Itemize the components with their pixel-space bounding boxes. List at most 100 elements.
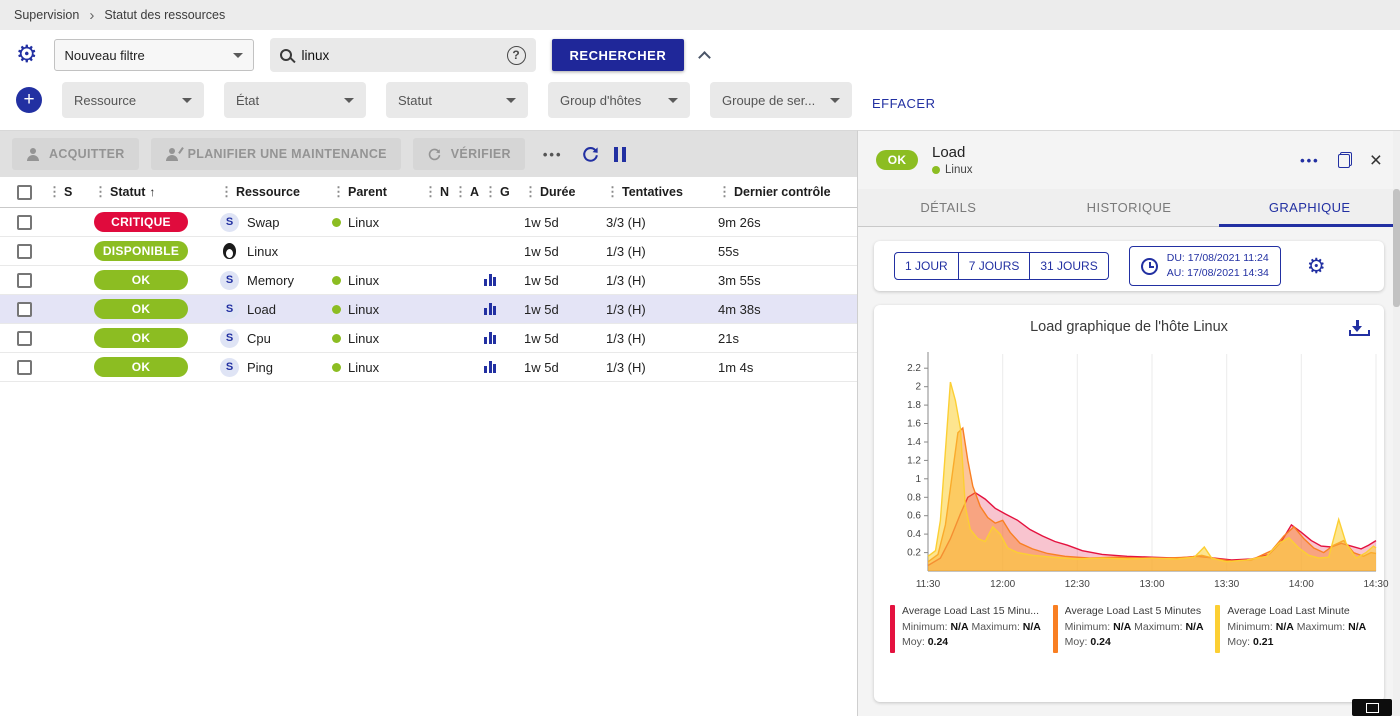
- resource-name[interactable]: Load: [247, 302, 276, 317]
- sort-up-icon[interactable]: ↑: [149, 185, 155, 199]
- more-actions-icon[interactable]: •••: [537, 147, 569, 162]
- date-range-picker[interactable]: DU: 17/08/2021 11:24 AU: 17/08/2021 14:3…: [1129, 246, 1281, 285]
- row-checkbox[interactable]: [17, 244, 32, 259]
- parent-name: Linux: [348, 273, 379, 288]
- close-icon[interactable]: ×: [1370, 150, 1382, 171]
- dropdown-resource[interactable]: Ressource: [62, 82, 204, 118]
- search-box[interactable]: ?: [270, 38, 536, 72]
- dropdown-label: Statut: [398, 93, 432, 108]
- host-status-dot: [332, 218, 341, 227]
- search-button[interactable]: RECHERCHER: [552, 39, 685, 71]
- host-status-dot: [332, 276, 341, 285]
- panel-status-badge: OK: [876, 150, 918, 170]
- legend-color-bar: [1215, 605, 1220, 653]
- select-all-checkbox[interactable]: [17, 185, 32, 200]
- check-button[interactable]: VÉRIFIER: [413, 138, 525, 170]
- pause-icon[interactable]: [614, 147, 626, 162]
- clear-filters-button[interactable]: EFFACER: [872, 96, 935, 111]
- column-menu-icon[interactable]: ⋮: [524, 184, 537, 200]
- column-menu-icon[interactable]: ⋮: [332, 184, 345, 200]
- graph-settings-gear-icon[interactable]: ⚙: [1307, 256, 1326, 277]
- column-menu-icon[interactable]: ⋮: [606, 184, 619, 200]
- table-row[interactable]: DISPONIBLE Linux 1w 5d 1/3 (H) 55s: [0, 237, 857, 266]
- duration-cell: 1w 5d: [520, 360, 602, 375]
- resource-name[interactable]: Swap: [247, 215, 280, 230]
- help-icon[interactable]: ?: [507, 46, 526, 65]
- dropdown-label: Ressource: [74, 93, 136, 108]
- row-checkbox[interactable]: [17, 331, 32, 346]
- load-area-chart: 11:3012:0012:3013:0013:3014:0014:300.20.…: [884, 345, 1389, 603]
- table-row[interactable]: OK SPing Linux 1w 5d 1/3 (H) 1m 4s: [0, 353, 857, 382]
- col-status[interactable]: Statut: [110, 185, 145, 199]
- dropdown-state[interactable]: État: [224, 82, 366, 118]
- graph-icon[interactable]: [484, 332, 496, 344]
- graph-icon[interactable]: [484, 361, 496, 373]
- svg-text:1: 1: [915, 474, 921, 485]
- person-icon: [26, 148, 40, 161]
- copy-icon[interactable]: [1338, 152, 1352, 168]
- dropdown-servicegroup[interactable]: Groupe de ser...: [710, 82, 852, 118]
- legend-item-load5[interactable]: Average Load Last 5 Minutes Minimum: N/A…: [1053, 605, 1206, 653]
- column-menu-icon[interactable]: ⋮: [48, 184, 61, 200]
- add-filter-icon[interactable]: +: [16, 87, 42, 113]
- col-tries[interactable]: Tentatives: [622, 185, 683, 199]
- resource-name[interactable]: Cpu: [247, 331, 271, 346]
- resource-name[interactable]: Memory: [247, 273, 294, 288]
- graph-icon[interactable]: [484, 303, 496, 315]
- row-checkbox[interactable]: [17, 215, 32, 230]
- collapse-filters-icon[interactable]: [698, 51, 711, 64]
- acknowledge-button[interactable]: ACQUITTER: [12, 138, 139, 170]
- tries-cell: 1/3 (H): [602, 360, 714, 375]
- svg-text:12:00: 12:00: [990, 579, 1015, 590]
- maintenance-button[interactable]: PLANIFIER UNE MAINTENANCE: [151, 138, 401, 170]
- range-31days-button[interactable]: 31 JOURS: [1029, 252, 1108, 280]
- tab-graph[interactable]: GRAPHIQUE: [1219, 189, 1400, 226]
- table-row-selected[interactable]: OK SLoad Linux 1w 5d 1/3 (H) 4m 38s: [0, 295, 857, 324]
- dropdown-status[interactable]: Statut: [386, 82, 528, 118]
- table-row[interactable]: OK SMemory Linux 1w 5d 1/3 (H) 3m 55s: [0, 266, 857, 295]
- panel-scrollbar[interactable]: [1393, 131, 1400, 716]
- col-parent[interactable]: Parent: [348, 185, 387, 199]
- row-checkbox[interactable]: [17, 302, 32, 317]
- dropdown-hostgroup[interactable]: Group d'hôtes: [548, 82, 690, 118]
- date-from: DU: 17/08/2021 11:24: [1167, 251, 1269, 266]
- search-input[interactable]: [302, 48, 497, 63]
- saved-filter-select[interactable]: Nouveau filtre: [54, 39, 254, 71]
- scrollbar-thumb[interactable]: [1393, 189, 1400, 307]
- range-1day-button[interactable]: 1 JOUR: [894, 252, 959, 280]
- col-last-check[interactable]: Dernier contrôle: [734, 185, 831, 199]
- col-notes[interactable]: N: [440, 185, 449, 199]
- resource-name[interactable]: Ping: [247, 360, 273, 375]
- row-checkbox[interactable]: [17, 360, 32, 375]
- column-menu-icon[interactable]: ⋮: [454, 184, 467, 200]
- graph-icon[interactable]: [484, 274, 496, 286]
- row-checkbox[interactable]: [17, 273, 32, 288]
- col-duration[interactable]: Durée: [540, 185, 575, 199]
- range-7days-button[interactable]: 7 JOURS: [958, 252, 1031, 280]
- settings-gear-icon[interactable]: ⚙: [16, 43, 38, 67]
- table-row[interactable]: OK SCpu Linux 1w 5d 1/3 (H) 21s: [0, 324, 857, 353]
- host-status-dot: [332, 363, 341, 372]
- panel-more-icon[interactable]: •••: [1300, 153, 1320, 168]
- tries-cell: 3/3 (H): [602, 215, 714, 230]
- col-resource[interactable]: Ressource: [236, 185, 300, 199]
- col-severity[interactable]: S: [64, 185, 72, 199]
- chart-title: Load graphique de l'hôte Linux: [884, 319, 1374, 335]
- refresh-list-icon[interactable]: [581, 145, 600, 164]
- column-menu-icon[interactable]: ⋮: [220, 184, 233, 200]
- col-ack[interactable]: A: [470, 185, 479, 199]
- download-icon[interactable]: [1349, 320, 1366, 336]
- breadcrumb-section[interactable]: Supervision: [14, 8, 79, 22]
- tab-details[interactable]: DÉTAILS: [858, 189, 1039, 226]
- col-graph[interactable]: G: [500, 185, 510, 199]
- column-menu-icon[interactable]: ⋮: [484, 184, 497, 200]
- legend-item-load1[interactable]: Average Load Last Minute Minimum: N/A Ma…: [1215, 605, 1368, 653]
- column-menu-icon[interactable]: ⋮: [94, 184, 107, 200]
- host-status-dot: [332, 305, 341, 314]
- column-menu-icon[interactable]: ⋮: [718, 184, 731, 200]
- legend-item-load15[interactable]: Average Load Last 15 Minu... Minimum: N/…: [890, 605, 1043, 653]
- tab-history[interactable]: HISTORIQUE: [1039, 189, 1220, 226]
- table-row[interactable]: CRITIQUE SSwap Linux 1w 5d 3/3 (H) 9m 26…: [0, 208, 857, 237]
- resource-name[interactable]: Linux: [247, 244, 278, 259]
- column-menu-icon[interactable]: ⋮: [424, 184, 437, 200]
